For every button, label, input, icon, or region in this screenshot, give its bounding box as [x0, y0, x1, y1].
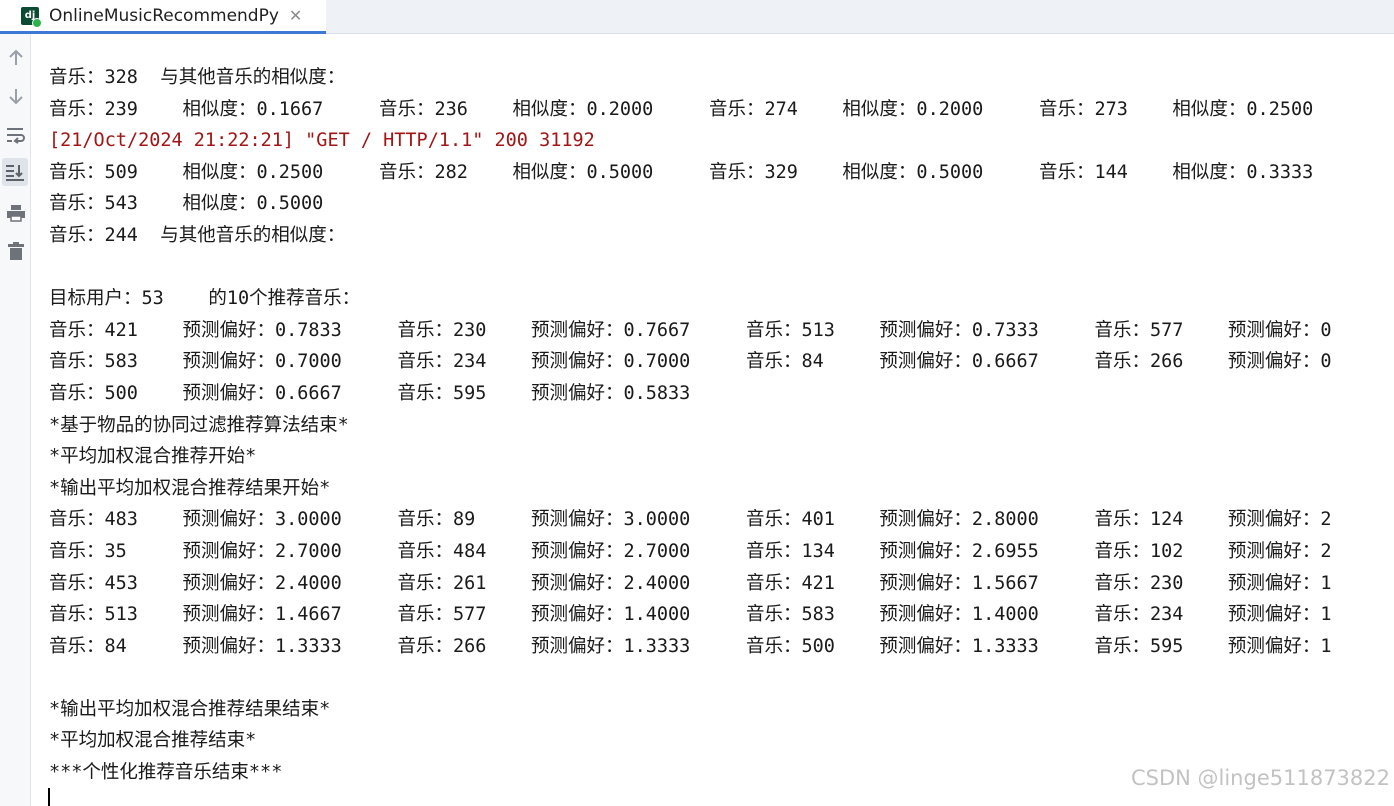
soft-wrap-icon[interactable]: [0, 121, 31, 149]
console-line: 音乐：509 相似度：0.2500 音乐：282 相似度：0.5000 音乐：3…: [49, 161, 1314, 183]
scroll-to-end-icon[interactable]: [2, 158, 28, 186]
arrow-up-icon[interactable]: [0, 44, 31, 72]
console-line: 音乐：239 相似度：0.1667 音乐：236 相似度：0.2000 音乐：2…: [49, 98, 1314, 120]
console-line: 音乐：513 预测偏好：1.4667 音乐：577 预测偏好：1.4000 音乐…: [49, 604, 1332, 626]
arrow-down-icon[interactable]: [0, 82, 31, 110]
server-log-line: [21/Oct/2024 21:22:21] "GET / HTTP/1.1" …: [49, 130, 595, 152]
close-icon[interactable]: ✕: [289, 6, 302, 25]
console-toolbar: [0, 34, 31, 806]
console-line: 音乐：244 与其他音乐的相似度：: [49, 224, 346, 246]
console-line: 音乐：35 预测偏好：2.7000 音乐：484 预测偏好：2.7000 音乐：…: [49, 540, 1332, 562]
console-line: *基于物品的协同过滤推荐算法结束*: [49, 414, 349, 436]
tab-title: OnlineMusicRecommendPy: [49, 5, 279, 26]
text-caret: [48, 788, 50, 806]
console-line: *平均加权混合推荐开始*: [49, 446, 257, 468]
console-line: 音乐：500 预测偏好：0.6667 音乐：595 预测偏好：0.5833: [49, 382, 691, 404]
console-output[interactable]: 音乐：328 与其他音乐的相似度： 音乐：239 相似度：0.1667 音乐：2…: [49, 62, 1394, 806]
django-icon: dj: [21, 6, 42, 28]
running-indicator-icon: [32, 17, 42, 28]
console-line: 音乐：483 预测偏好：3.0000 音乐：89 预测偏好：3.0000 音乐：…: [49, 509, 1332, 531]
console-line: 目标用户：53 的10个推荐音乐：: [49, 288, 361, 310]
console-line: 音乐：328 与其他音乐的相似度：: [49, 67, 346, 88]
editor-tab-bar: dj OnlineMusicRecommendPy ✕: [0, 0, 1394, 34]
console-line: 音乐：453 预测偏好：2.4000 音乐：261 预测偏好：2.4000 音乐…: [49, 572, 1332, 594]
console-line: 音乐：583 预测偏好：0.7000 音乐：234 预测偏好：0.7000 音乐…: [49, 351, 1332, 373]
trash-icon[interactable]: [0, 237, 31, 265]
watermark: CSDN @linge511873822: [1130, 766, 1390, 790]
console-line: *输出平均加权混合推荐结果开始*: [49, 477, 331, 499]
console-line: *平均加权混合推荐结束*: [49, 730, 257, 752]
console-line: 音乐：84 预测偏好：1.3333 音乐：266 预测偏好：1.3333 音乐：…: [49, 635, 1332, 657]
console-line: 音乐：543 相似度：0.5000: [49, 193, 324, 215]
console-line: *输出平均加权混合推荐结果结束*: [49, 698, 331, 720]
console-line: 音乐：421 预测偏好：0.7833 音乐：230 预测偏好：0.7667 音乐…: [49, 319, 1332, 341]
tab-online-music-recommend[interactable]: dj OnlineMusicRecommendPy ✕: [0, 0, 326, 34]
print-icon[interactable]: [0, 199, 31, 227]
